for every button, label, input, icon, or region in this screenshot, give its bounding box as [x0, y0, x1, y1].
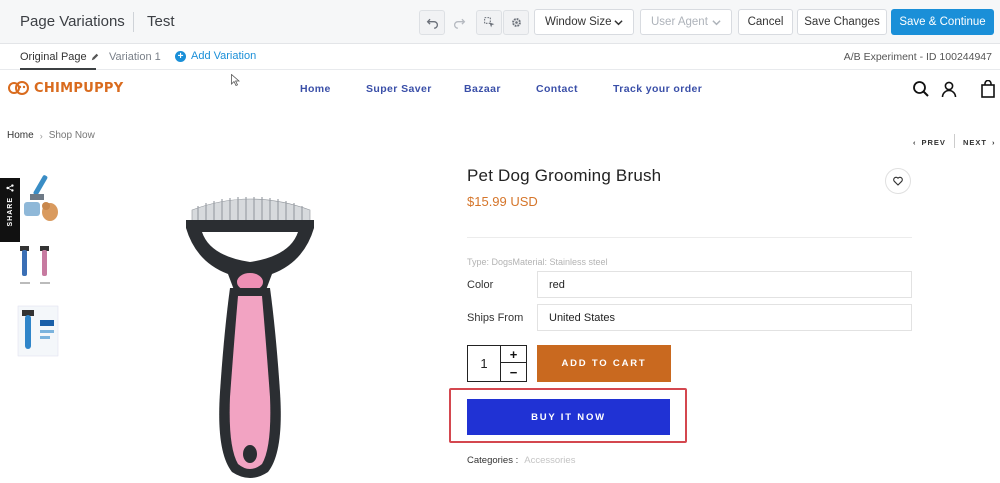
categories-label: Categories :	[467, 455, 519, 466]
search-icon[interactable]	[912, 80, 930, 98]
tab-original-page[interactable]: Original Page	[20, 51, 99, 63]
chevron-down-icon	[712, 19, 721, 25]
product-thumbnail-1[interactable]	[16, 172, 60, 226]
ships-from-select[interactable]: United States	[537, 304, 912, 331]
redo-icon	[453, 18, 465, 29]
editor-title: Page Variations	[20, 13, 125, 30]
window-size-select[interactable]: Window Size	[534, 9, 634, 35]
store-logo[interactable]: CHIMPUPPY	[8, 78, 123, 98]
color-select[interactable]: red	[537, 271, 912, 298]
undo-icon	[426, 18, 438, 29]
nav-super-saver[interactable]: Super Saver	[366, 83, 432, 95]
tab-original-page-label: Original Page	[20, 51, 87, 63]
prev-label: PREV	[921, 138, 946, 147]
variation-tabs-bar: Original Page Variation 1 + Add Variatio…	[0, 44, 1000, 70]
nav-home[interactable]: Home	[300, 83, 331, 95]
title-divider	[133, 12, 134, 32]
prev-product-link[interactable]: ‹ PREV	[913, 138, 946, 147]
product-thumbnail-2[interactable]	[16, 240, 60, 294]
share-icon	[6, 184, 14, 192]
element-select-button[interactable]	[476, 10, 502, 35]
chevron-left-icon: ‹	[913, 138, 917, 147]
product-thumbnail-3[interactable]	[16, 304, 60, 358]
tab-variation-1-label: Variation 1	[109, 51, 161, 63]
color-label: Color	[467, 279, 494, 291]
nav-track-order[interactable]: Track your order	[613, 83, 702, 95]
breadcrumb-current: Shop Now	[48, 130, 95, 141]
add-to-cart-button[interactable]: ADD TO CART	[537, 345, 671, 382]
next-product-link[interactable]: NEXT ›	[963, 138, 996, 147]
settings-button[interactable]	[503, 10, 529, 35]
heart-icon	[893, 176, 903, 186]
redo-button[interactable]	[446, 10, 472, 35]
pencil-icon[interactable]	[91, 53, 99, 61]
gear-icon	[511, 18, 521, 27]
active-tab-underline	[20, 68, 96, 70]
product-price: $15.99 USD	[467, 194, 538, 209]
quantity-decrease-button[interactable]: −	[500, 363, 526, 381]
undo-button[interactable]	[419, 10, 445, 35]
user-icon[interactable]	[940, 80, 958, 98]
share-label: SHARE	[6, 197, 14, 227]
prev-next-divider	[954, 134, 955, 148]
product-main-image[interactable]	[180, 192, 320, 482]
breadcrumb-home[interactable]: Home	[7, 130, 34, 141]
user-agent-select[interactable]: User Agent	[640, 9, 732, 35]
editor-toolbar: Page Variations Test Window Size User Ag…	[0, 0, 1000, 44]
wishlist-button[interactable]	[885, 168, 911, 194]
next-label: NEXT	[963, 138, 988, 147]
breadcrumb-separator: ›	[39, 130, 43, 141]
quantity-stepper: 1 + −	[467, 345, 527, 382]
ships-from-label: Ships From	[467, 312, 524, 324]
quantity-increase-button[interactable]: +	[500, 346, 526, 363]
add-variation-label: Add Variation	[191, 50, 257, 62]
window-size-label: Window Size	[545, 16, 612, 28]
mouse-cursor-icon	[231, 74, 240, 86]
save-continue-button[interactable]: Save & Continue	[891, 9, 994, 35]
user-agent-placeholder: User Agent	[651, 16, 708, 28]
chevron-right-icon: ›	[992, 138, 996, 147]
nav-bazaar[interactable]: Bazaar	[464, 83, 501, 95]
element-select-icon	[483, 17, 494, 28]
product-title: Pet Dog Grooming Brush	[467, 166, 662, 185]
logo-text: CHIMPUPPY	[34, 80, 124, 96]
product-type-material: Type: DogsMaterial: Stainless steel	[467, 257, 608, 267]
product-categories: Categories : Accessories	[467, 455, 575, 466]
cancel-button[interactable]: Cancel	[738, 9, 793, 35]
cart-bag-icon[interactable]	[979, 80, 997, 98]
test-name[interactable]: Test	[147, 13, 175, 30]
breadcrumb: Home › Shop Now	[7, 130, 95, 141]
buy-it-now-button[interactable]: BUY IT NOW	[467, 399, 670, 435]
save-changes-button[interactable]: Save Changes	[797, 9, 887, 35]
category-link[interactable]: Accessories	[524, 455, 575, 466]
quantity-input[interactable]: 1	[468, 346, 500, 381]
experiment-id: A/B Experiment - ID 100244947	[843, 51, 992, 63]
plus-circle-icon: +	[175, 50, 186, 62]
nav-contact[interactable]: Contact	[536, 83, 578, 95]
add-variation-button[interactable]: + Add Variation	[175, 50, 256, 62]
tab-variation-1[interactable]: Variation 1	[109, 51, 161, 63]
chimp-logo-icon	[8, 81, 29, 95]
info-divider	[467, 237, 912, 238]
chevron-down-icon	[614, 19, 623, 25]
